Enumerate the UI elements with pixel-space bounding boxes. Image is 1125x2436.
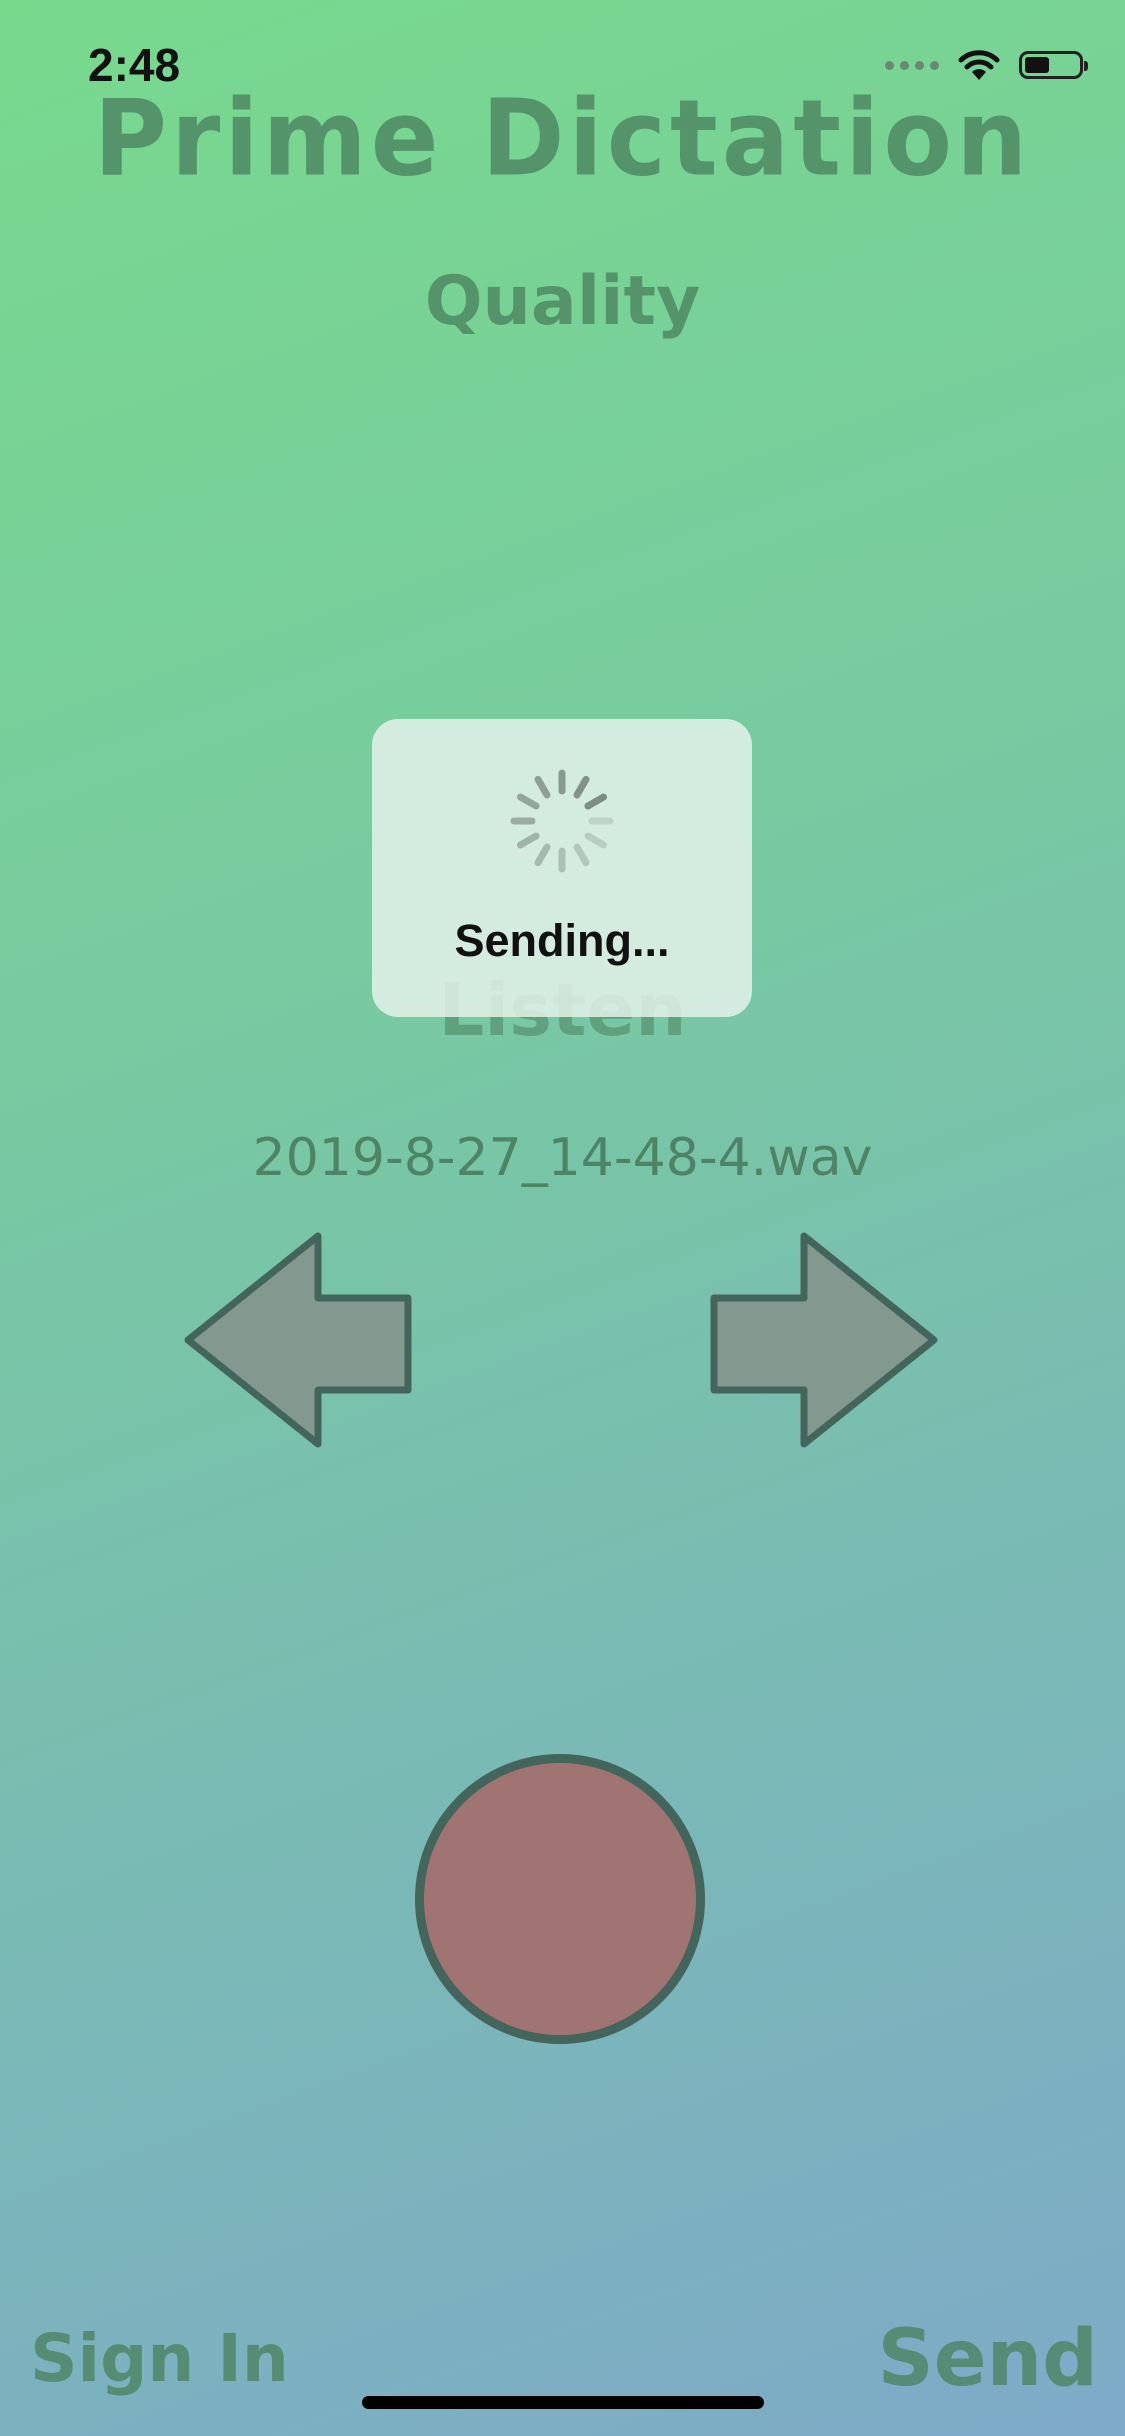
cellular-signal-icon: [885, 60, 939, 70]
spinner-spoke: [584, 832, 608, 849]
arrow-left-icon[interactable]: [184, 1232, 412, 1448]
sending-progress-hud: Sending...: [372, 719, 752, 1017]
sending-label: Sending...: [454, 915, 670, 966]
spinner-spoke: [584, 793, 608, 810]
home-indicator[interactable]: [362, 2396, 764, 2409]
spinner-spoke: [534, 775, 551, 799]
spinner-spoke: [573, 775, 590, 799]
spinner-spoke: [534, 843, 551, 867]
arrow-right-icon[interactable]: [710, 1232, 938, 1448]
send-button[interactable]: Send: [878, 2314, 1098, 2404]
spinner-spoke: [516, 793, 540, 810]
battery-icon: [1019, 51, 1088, 79]
app-title: Prime Dictation: [93, 77, 1032, 200]
record-button[interactable]: [415, 1754, 705, 2044]
recording-filename: 2019-8-27_14-48-4.wav: [252, 1128, 873, 1188]
quality-button[interactable]: Quality: [0, 262, 1125, 341]
spinner-spoke: [573, 843, 590, 867]
spinner-spoke: [516, 832, 540, 849]
activity-spinner-icon: [510, 769, 614, 873]
sign-in-button[interactable]: Sign In: [30, 2320, 289, 2397]
